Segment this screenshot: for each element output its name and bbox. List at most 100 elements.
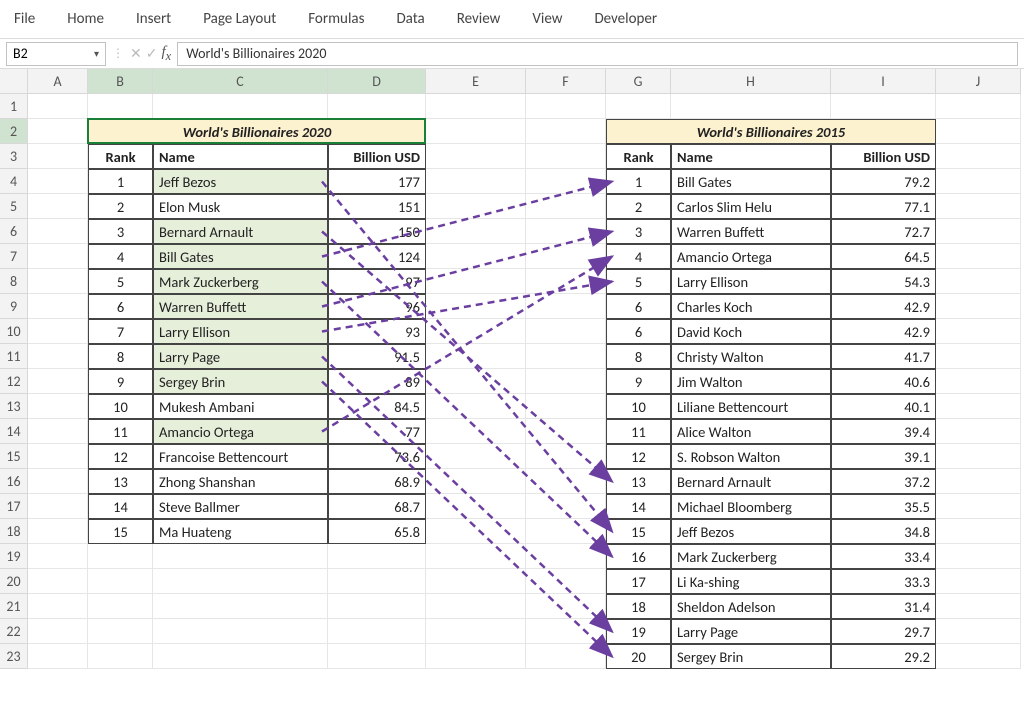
cell-2020-rank-11[interactable]: 8	[88, 344, 153, 369]
cell-J19[interactable]	[936, 544, 1021, 569]
row-header-6[interactable]: 6	[0, 219, 28, 244]
col-header-B[interactable]: B	[88, 69, 153, 94]
cell-2015-usd-23[interactable]: 29.2	[831, 644, 936, 669]
cell-E11[interactable]	[426, 344, 526, 369]
cell-2015-rank-8[interactable]: 5	[606, 269, 671, 294]
cell-A4[interactable]	[28, 169, 88, 194]
name-box[interactable]: B2 ▾	[6, 42, 106, 66]
cell-F10[interactable]	[526, 319, 606, 344]
hdr-2015-usd[interactable]: Billion USD	[831, 144, 936, 169]
row-header-13[interactable]: 13	[0, 394, 28, 419]
ribbon-tab-review[interactable]: Review	[457, 6, 519, 32]
cell-2015-name-16[interactable]: Bernard Arnault	[671, 469, 831, 494]
cell-2015-name-9[interactable]: Charles Koch	[671, 294, 831, 319]
col-header-I[interactable]: I	[831, 69, 936, 94]
cell-J22[interactable]	[936, 619, 1021, 644]
cell-2015-usd-6[interactable]: 72.7	[831, 219, 936, 244]
cell-2020-name-16[interactable]: Zhong Shanshan	[153, 469, 328, 494]
cell-2020-rank-17[interactable]: 14	[88, 494, 153, 519]
cell-E17[interactable]	[426, 494, 526, 519]
col-header-F[interactable]: F	[526, 69, 606, 94]
cell-2020-name-9[interactable]: Warren Buffett	[153, 294, 328, 319]
ribbon-tab-data[interactable]: Data	[396, 6, 442, 32]
cell-E7[interactable]	[426, 244, 526, 269]
cell-A19[interactable]	[28, 544, 88, 569]
cell-F14[interactable]	[526, 419, 606, 444]
cell-A7[interactable]	[28, 244, 88, 269]
cell-2015-name-5[interactable]: Carlos Slim Helu	[671, 194, 831, 219]
cell-J14[interactable]	[936, 419, 1021, 444]
cell-A17[interactable]	[28, 494, 88, 519]
col-header-E[interactable]: E	[426, 69, 526, 94]
row-header-8[interactable]: 8	[0, 269, 28, 294]
row-header-7[interactable]: 7	[0, 244, 28, 269]
cell-C21[interactable]	[153, 594, 328, 619]
cell-F2[interactable]	[526, 119, 606, 144]
cell-J20[interactable]	[936, 569, 1021, 594]
cell-2020-name-4[interactable]: Jeff Bezos	[153, 169, 328, 194]
cell-D20[interactable]	[328, 569, 426, 594]
cell-I1[interactable]	[831, 94, 936, 119]
cell-D23[interactable]	[328, 644, 426, 669]
cell-2020-usd-8[interactable]: 97	[328, 269, 426, 294]
row-header-21[interactable]: 21	[0, 594, 28, 619]
row-header-4[interactable]: 4	[0, 169, 28, 194]
cell-2015-usd-8[interactable]: 54.3	[831, 269, 936, 294]
cell-2015-rank-16[interactable]: 13	[606, 469, 671, 494]
cell-2020-usd-11[interactable]: 91.5	[328, 344, 426, 369]
row-header-3[interactable]: 3	[0, 144, 28, 169]
ribbon-tab-view[interactable]: View	[532, 6, 580, 32]
cell-2020-rank-7[interactable]: 4	[88, 244, 153, 269]
cell-H1[interactable]	[671, 94, 831, 119]
cell-2015-rank-11[interactable]: 8	[606, 344, 671, 369]
cell-F12[interactable]	[526, 369, 606, 394]
cell-E10[interactable]	[426, 319, 526, 344]
cell-2015-name-12[interactable]: Jim Walton	[671, 369, 831, 394]
cell-A11[interactable]	[28, 344, 88, 369]
ribbon-tab-formulas[interactable]: Formulas	[308, 6, 382, 32]
cell-2015-rank-6[interactable]: 3	[606, 219, 671, 244]
row-header-19[interactable]: 19	[0, 544, 28, 569]
cell-2020-rank-18[interactable]: 15	[88, 519, 153, 544]
cell-2020-usd-5[interactable]: 151	[328, 194, 426, 219]
cell-2015-rank-4[interactable]: 1	[606, 169, 671, 194]
cell-J6[interactable]	[936, 219, 1021, 244]
cell-E1[interactable]	[426, 94, 526, 119]
hdr-2020-name[interactable]: Name	[153, 144, 328, 169]
cell-2020-usd-6[interactable]: 150	[328, 219, 426, 244]
cell-2020-rank-9[interactable]: 6	[88, 294, 153, 319]
cell-F22[interactable]	[526, 619, 606, 644]
cell-E6[interactable]	[426, 219, 526, 244]
cell-2020-name-15[interactable]: Francoise Bettencourt	[153, 444, 328, 469]
col-header-G[interactable]: G	[606, 69, 671, 94]
row-header-16[interactable]: 16	[0, 469, 28, 494]
cell-C19[interactable]	[153, 544, 328, 569]
cell-2015-usd-14[interactable]: 39.4	[831, 419, 936, 444]
cell-2020-name-10[interactable]: Larry Ellison	[153, 319, 328, 344]
enter-icon[interactable]: ✓	[146, 45, 158, 62]
cell-2015-usd-11[interactable]: 41.7	[831, 344, 936, 369]
cell-2020-name-17[interactable]: Steve Ballmer	[153, 494, 328, 519]
cell-2015-name-4[interactable]: Bill Gates	[671, 169, 831, 194]
row-header-23[interactable]: 23	[0, 644, 28, 669]
row-header-10[interactable]: 10	[0, 319, 28, 344]
cell-E18[interactable]	[426, 519, 526, 544]
cell-F5[interactable]	[526, 194, 606, 219]
row-header-9[interactable]: 9	[0, 294, 28, 319]
cell-2020-name-13[interactable]: Mukesh Ambani	[153, 394, 328, 419]
cell-2015-name-15[interactable]: S. Robson Walton	[671, 444, 831, 469]
row-header-5[interactable]: 5	[0, 194, 28, 219]
cell-2020-name-18[interactable]: Ma Huateng	[153, 519, 328, 544]
cell-E5[interactable]	[426, 194, 526, 219]
hdr-2015-name[interactable]: Name	[671, 144, 831, 169]
cell-2020-usd-12[interactable]: 89	[328, 369, 426, 394]
cell-J15[interactable]	[936, 444, 1021, 469]
cell-2015-name-14[interactable]: Alice Walton	[671, 419, 831, 444]
cell-C22[interactable]	[153, 619, 328, 644]
col-header-A[interactable]: A	[28, 69, 88, 94]
cell-2020-usd-9[interactable]: 96	[328, 294, 426, 319]
cell-2015-usd-22[interactable]: 29.7	[831, 619, 936, 644]
cell-E21[interactable]	[426, 594, 526, 619]
cell-B19[interactable]	[88, 544, 153, 569]
cell-D19[interactable]	[328, 544, 426, 569]
